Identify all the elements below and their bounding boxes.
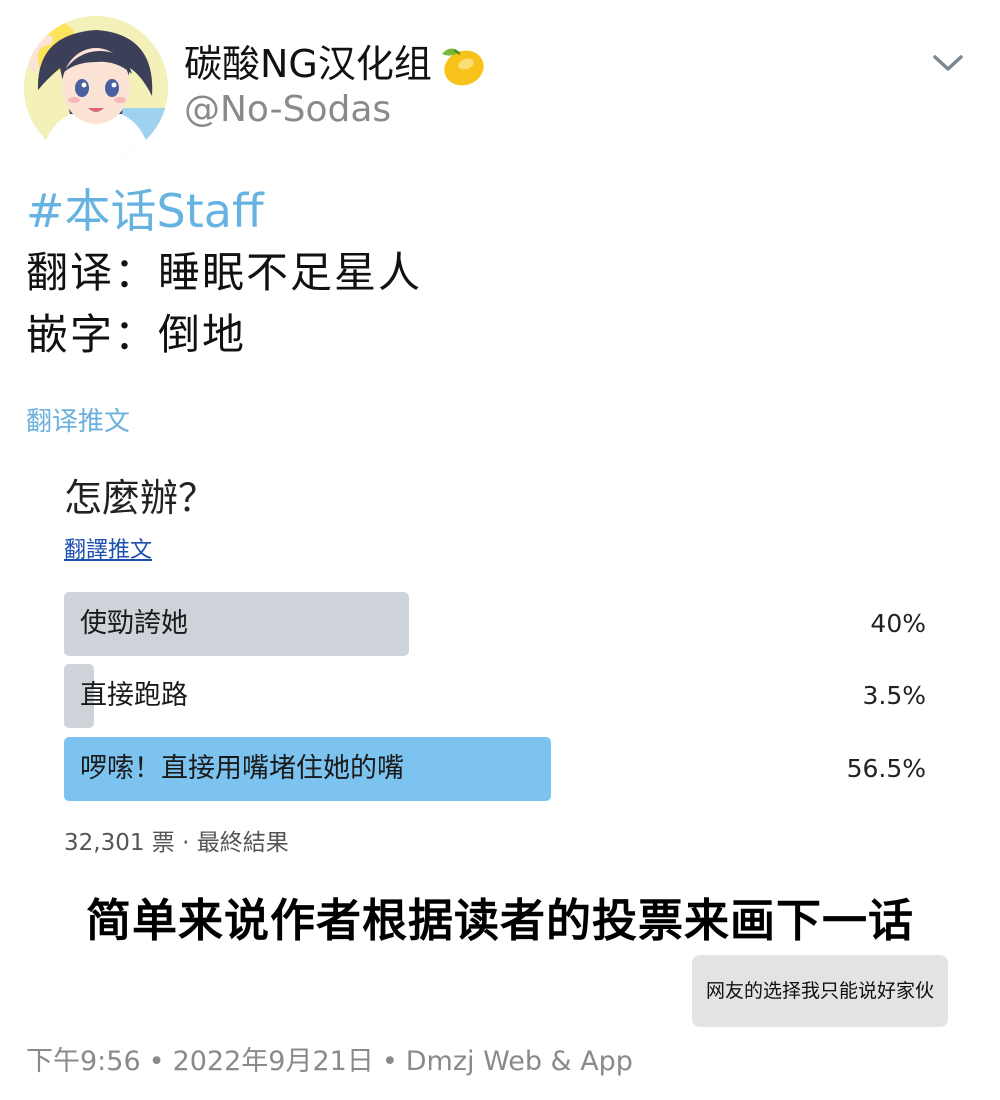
avatar[interactable] bbox=[24, 16, 168, 160]
poll-footer: 32,301 票 · 最終結果 bbox=[64, 830, 289, 856]
tweet-line-translator: 翻译：睡眠不足星人 bbox=[26, 248, 423, 297]
tweet-line-typesetter: 嵌字：倒地 bbox=[26, 310, 247, 359]
poll-option-label: 直接跑路 bbox=[80, 680, 188, 711]
poll-option-label: 使勁誇她 bbox=[80, 608, 188, 639]
summary-caption: 简单来说作者根据读者的投票来画下一话 bbox=[85, 894, 914, 947]
lemon-icon bbox=[436, 40, 486, 88]
poll-option-percent: 3.5% bbox=[862, 681, 926, 710]
comment-text: 网友的选择我只能说好家伙 bbox=[705, 980, 934, 1002]
chevron-down-icon[interactable] bbox=[930, 48, 966, 78]
poll-option[interactable]: 啰嗦！直接用嘴堵住她的嘴 56.5% bbox=[64, 737, 926, 801]
tweet-meta: 下午9:56 • 2022年9月21日 • Dmzj Web & App bbox=[26, 1042, 633, 1082]
hashtag-link[interactable]: #本话Staff bbox=[26, 183, 264, 239]
meta-separator: • bbox=[381, 1046, 398, 1077]
display-name[interactable]: 碳酸NG汉化组 bbox=[184, 40, 486, 88]
poll-question: 怎麼辦？ bbox=[64, 476, 217, 520]
poll-option[interactable]: 使勁誇她 40% bbox=[64, 592, 926, 656]
poll-translate-link[interactable]: 翻譯推文 bbox=[64, 537, 152, 565]
user-handle[interactable]: @No-Sodas bbox=[184, 88, 391, 132]
poll-option[interactable]: 直接跑路 3.5% bbox=[64, 664, 926, 728]
translate-tweet-link[interactable]: 翻译推文 bbox=[26, 404, 130, 440]
meta-separator: • bbox=[148, 1046, 165, 1077]
tweet-time[interactable]: 下午9:56 bbox=[26, 1046, 141, 1077]
poll-option-percent: 40% bbox=[870, 609, 926, 638]
avatar-image bbox=[24, 16, 168, 160]
tweet-source[interactable]: Dmzj Web & App bbox=[406, 1046, 633, 1077]
tweet-date[interactable]: 2022年9月21日 bbox=[173, 1046, 374, 1077]
poll-option-label: 啰嗦！直接用嘴堵住她的嘴 bbox=[80, 753, 404, 784]
comment-bubble: 网友的选择我只能说好家伙 bbox=[692, 955, 948, 1027]
display-name-text: 碳酸NG汉化组 bbox=[184, 42, 432, 86]
poll-option-percent: 56.5% bbox=[846, 754, 926, 783]
